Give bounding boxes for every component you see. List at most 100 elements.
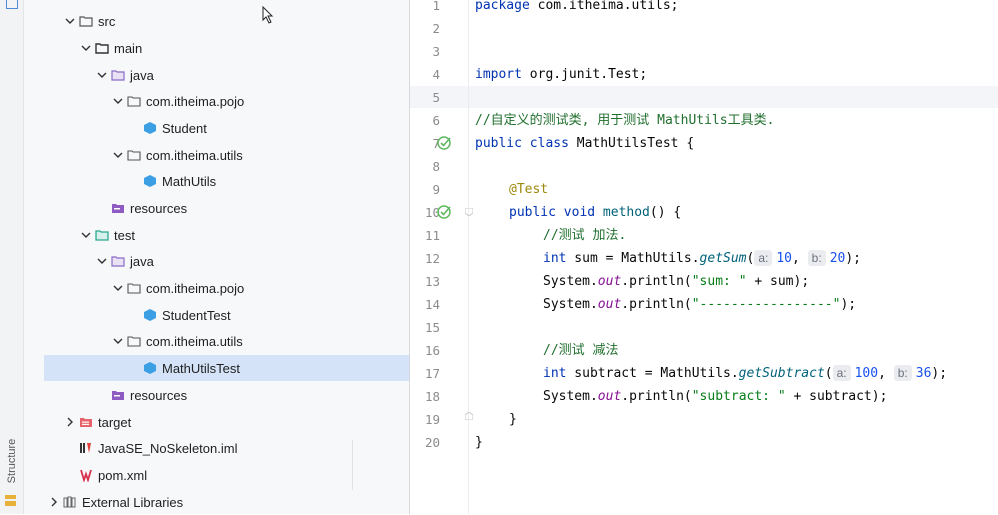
parameter-hint: b: — [893, 365, 912, 381]
source-folder-icon — [110, 67, 126, 83]
tree-item-package[interactable]: com.itheima.pojo — [24, 275, 409, 301]
code-token: ( — [746, 251, 755, 266]
code-token: , — [792, 251, 808, 266]
tree-item-main[interactable]: main — [24, 35, 409, 61]
tree-item-label: main — [114, 40, 143, 56]
tree-item-label: resources — [130, 387, 188, 403]
structure-tab[interactable]: Structure — [6, 431, 18, 491]
tree-item-package[interactable]: com.itheima.utils — [24, 328, 409, 354]
tree-item-src[interactable]: src — [24, 8, 409, 34]
java-class-icon — [142, 173, 158, 189]
line-number: 1 — [432, 0, 440, 13]
chevron-down-icon[interactable] — [94, 67, 110, 83]
project-tree-panel: src main java com.itheima.pojo Student c… — [24, 0, 409, 514]
tree-item-test[interactable]: test — [24, 222, 409, 248]
code-token: out — [597, 274, 622, 289]
tree-item-label: pom.xml — [98, 467, 148, 483]
tree-item-resources[interactable]: resources — [24, 195, 409, 221]
code-token: ); — [931, 366, 948, 381]
code-token: org.junit. — [521, 67, 609, 82]
code-token: getSubtract — [738, 366, 825, 381]
tree-item-label: JavaSE_NoSkeleton.iml — [98, 440, 238, 456]
fold-marker-icon[interactable] — [465, 412, 473, 420]
code-token: 100 — [854, 366, 879, 381]
chevron-right-icon[interactable] — [46, 494, 62, 510]
tree-item-class[interactable]: Student — [24, 115, 409, 141]
code-line-18: System.out.println("subtract: " + subtra… — [543, 385, 887, 408]
tree-item-label: com.itheima.utils — [146, 333, 243, 349]
code-line-13: System.out.println("sum: " + sum); — [543, 270, 809, 293]
run-test-method-icon[interactable] — [437, 204, 453, 220]
chevron-right-icon[interactable] — [62, 414, 78, 430]
gutter-separator — [468, 0, 469, 514]
package-icon — [126, 147, 142, 163]
tree-item-label: StudentTest — [162, 307, 231, 323]
code-token: "-----------------" — [691, 297, 841, 312]
code-token: com.itheima.utils; — [529, 0, 679, 13]
code-token: System. — [543, 389, 598, 404]
code-line-19: } — [509, 412, 517, 427]
tree-item-external-libraries[interactable]: External Libraries — [24, 489, 409, 515]
tree-item-package[interactable]: com.itheima.pojo — [24, 88, 409, 114]
tree-item-target[interactable]: target — [24, 409, 409, 435]
code-token: getSum — [699, 251, 747, 266]
tree-item-class[interactable]: MathUtils — [24, 168, 409, 194]
chevron-down-icon[interactable] — [78, 227, 94, 243]
folder-icon — [78, 13, 94, 29]
code-line-12: int sum = MathUtils.getSum(a: 10, b: 20); — [543, 247, 861, 270]
chevron-down-icon[interactable] — [110, 280, 126, 296]
project-tool-icon[interactable] — [6, 0, 18, 9]
code-token: + subtract); — [785, 389, 888, 404]
code-token: ); — [840, 297, 857, 312]
chevron-down-icon[interactable] — [110, 333, 126, 349]
code-line-20: } — [475, 435, 483, 450]
tree-item-label: target — [98, 414, 132, 430]
tree-item-package[interactable]: com.itheima.utils — [24, 142, 409, 168]
tree-item-class[interactable]: StudentTest — [24, 302, 409, 328]
code-token: 20 — [829, 251, 846, 266]
code-token: System. — [543, 274, 598, 289]
test-folder-icon — [94, 227, 110, 243]
code-line-7: public class MathUtilsTest { — [475, 132, 694, 155]
tree-item-java[interactable]: java — [24, 62, 409, 88]
tree-item-label: com.itheima.utils — [146, 147, 243, 163]
code-token: ( — [824, 366, 833, 381]
parameter-hint: a: — [832, 365, 851, 381]
line-number: 19 — [424, 412, 440, 427]
folder-icon — [94, 40, 110, 56]
line-number: 18 — [424, 389, 440, 404]
tree-item-label: MathUtils — [162, 173, 217, 189]
structure-icon[interactable] — [5, 495, 16, 506]
code-line-6: //自定义的测试类, 用于测试 MathUtils工具类. — [475, 113, 775, 128]
iml-file-icon — [78, 440, 94, 456]
tree-item-label: External Libraries — [82, 494, 184, 510]
fold-marker-icon[interactable] — [465, 208, 473, 216]
tree-item-class-selected[interactable]: MathUtilsTest — [44, 355, 409, 381]
line-number: 17 — [424, 366, 440, 381]
run-test-class-icon[interactable] — [437, 135, 453, 151]
resources-folder-icon — [110, 387, 126, 403]
tree-item-java[interactable]: java — [24, 248, 409, 274]
line-number: 5 — [432, 90, 440, 105]
chevron-down-icon[interactable] — [94, 253, 110, 269]
java-class-icon — [142, 360, 158, 376]
tree-item-resources[interactable]: resources — [24, 382, 409, 408]
code-token: 36 — [915, 366, 932, 381]
code-token: import — [475, 67, 522, 82]
line-number: 11 — [424, 228, 440, 243]
code-line-10: public void method() { — [509, 201, 681, 224]
chevron-down-icon[interactable] — [78, 40, 94, 56]
maven-file-icon — [78, 467, 94, 483]
line-number: 6 — [432, 113, 440, 128]
code-token: public void — [509, 205, 596, 220]
chevron-down-icon[interactable] — [110, 93, 126, 109]
code-line-1: package com.itheima.utils; — [475, 0, 679, 17]
code-token: subtract = MathUtils. — [566, 366, 739, 381]
tool-window-strip: Structure — [0, 0, 24, 514]
code-token: public class — [475, 136, 569, 151]
java-class-icon — [142, 120, 158, 136]
tree-item-label: java — [130, 67, 154, 83]
chevron-down-icon[interactable] — [110, 147, 126, 163]
chevron-down-icon[interactable] — [62, 13, 78, 29]
line-number: 15 — [424, 320, 440, 335]
